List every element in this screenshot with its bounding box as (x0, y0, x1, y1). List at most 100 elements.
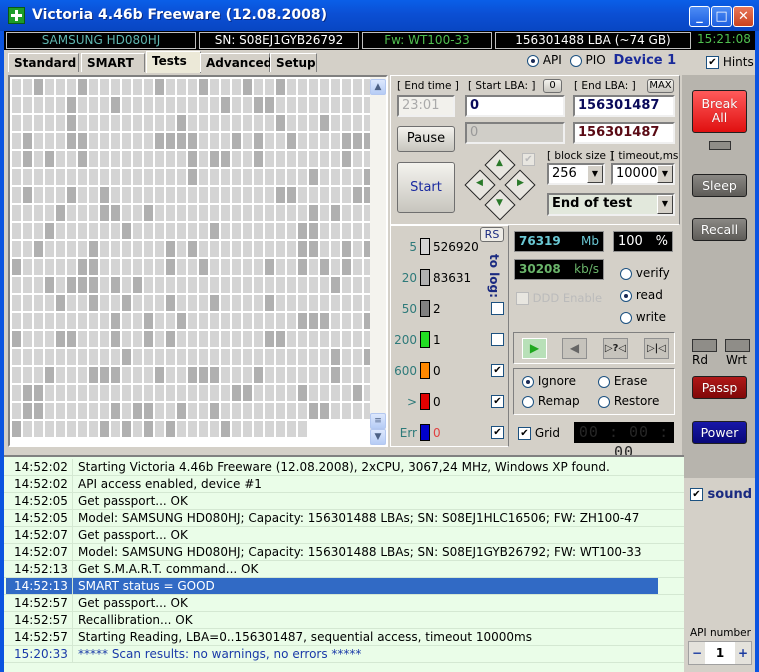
play-backward-button[interactable]: ◀ (562, 338, 587, 359)
remap-radio[interactable] (522, 395, 534, 408)
scan-block (232, 205, 241, 221)
tab-standard[interactable]: Standard (8, 53, 79, 72)
scan-block (199, 187, 208, 203)
scroll-up-button[interactable]: ▲ (370, 79, 386, 95)
tab-advanced[interactable]: Advanced (200, 53, 272, 72)
log-row[interactable]: 14:52:05 Model: SAMSUNG HD080HJ; Capacity… (4, 510, 684, 527)
log-checkbox[interactable]: ✔ (491, 426, 504, 439)
butterfly-button[interactable]: ▷|◁ (644, 338, 669, 359)
scan-block (133, 331, 142, 347)
scan-block (353, 169, 362, 185)
pause-button[interactable]: Pause (397, 126, 455, 152)
scan-block (34, 259, 43, 275)
read-radio[interactable] (620, 289, 632, 302)
log-row[interactable]: 14:52:57 Get passport... OK (4, 595, 684, 612)
log-checkbox[interactable]: ✔ (491, 395, 504, 408)
minimize-button[interactable]: _ (689, 6, 710, 27)
event-log[interactable]: 14:52:02 Starting Victoria 4.46b Freeware… (4, 455, 684, 672)
log-row[interactable]: 14:52:57 Recallibration... OK (4, 612, 684, 629)
log-row[interactable]: 15:20:33 ***** Scan results: no warnings,… (4, 646, 684, 663)
scan-block (100, 79, 109, 95)
repair-restore[interactable]: Restore (598, 394, 659, 408)
title-bar[interactable]: Victoria 4.46b Freeware (12.08.2008) _ □… (0, 0, 759, 31)
mode-read[interactable]: read (620, 284, 670, 306)
nav-enable-checkbox[interactable]: ✔ (522, 153, 535, 166)
log-checkbox[interactable]: ✔ (491, 364, 504, 377)
end-lba-max-button[interactable]: MAX (647, 79, 674, 93)
timeout-select[interactable]: 10000 ▼ (611, 163, 675, 185)
api-number-increment[interactable]: + (735, 642, 751, 664)
ignore-radio[interactable] (522, 375, 534, 388)
tab-smart[interactable]: SMART (81, 53, 145, 72)
block-size-select[interactable]: 256 ▼ (547, 163, 605, 185)
scan-block (155, 367, 164, 383)
scan-block (254, 331, 263, 347)
repair-ignore[interactable]: Ignore (522, 374, 576, 388)
scan-block (34, 313, 43, 329)
log-checkbox[interactable] (491, 333, 504, 346)
legend-threshold: 600 (394, 364, 417, 378)
arrow-right-icon: ▶ (517, 178, 524, 188)
hints-checkbox[interactable]: ✔ (706, 56, 719, 69)
scan-block (12, 403, 21, 419)
scan-block (100, 349, 109, 365)
grid-checkbox[interactable]: ✔ (518, 427, 531, 440)
mode-verify[interactable]: verify (620, 262, 670, 284)
start-lba-zero-button[interactable]: 0 (543, 79, 562, 93)
tab-tests[interactable]: Tests (146, 51, 201, 73)
restore-radio[interactable] (598, 395, 610, 408)
scan-block (78, 349, 87, 365)
pio-radio[interactable] (569, 54, 582, 67)
end-action-select[interactable]: End of test ▼ (547, 193, 675, 216)
scroll-thumb[interactable]: ≡ (370, 413, 386, 429)
erase-radio[interactable] (598, 375, 610, 388)
write-radio[interactable] (620, 311, 632, 324)
scroll-down-button[interactable]: ▼ (370, 429, 386, 445)
log-row[interactable]: 14:52:57 Starting Reading, LBA=0..1563014… (4, 629, 684, 646)
end-time-field[interactable]: 23:01 (397, 95, 455, 117)
scan-block (210, 259, 219, 275)
scan-block (23, 115, 32, 131)
play-forward-button[interactable]: ▶ (522, 338, 547, 359)
scan-block (331, 133, 340, 149)
log-checkbox[interactable] (491, 302, 504, 315)
scan-block (320, 331, 329, 347)
ddd-enable-checkbox[interactable] (516, 292, 529, 305)
start-lba-input[interactable]: 0 (465, 95, 565, 117)
log-row[interactable]: 14:52:02 Starting Victoria 4.46b Freeware… (4, 459, 684, 476)
legend-color-swatch (420, 331, 430, 348)
mode-write[interactable]: write (620, 306, 670, 328)
api-radio[interactable] (527, 54, 539, 67)
api-number-decrement[interactable]: − (689, 642, 705, 664)
sound-checkbox[interactable]: ✔ (690, 488, 703, 501)
log-row[interactable]: 14:52:02 API access enabled, device #1 (4, 476, 684, 493)
end-lba-input[interactable]: 156301487 (573, 95, 675, 117)
seek-random-button[interactable]: ▷?◁ (603, 338, 628, 359)
break-all-button[interactable]: Break All (692, 90, 747, 133)
scan-block (353, 205, 362, 221)
block-map-scrollbar[interactable]: ▲ ≡ ▼ (370, 77, 386, 445)
close-button[interactable]: ✕ (733, 6, 754, 27)
passport-button[interactable]: Passp (692, 376, 747, 399)
api-number-value[interactable]: 1 (705, 642, 735, 664)
scan-block (67, 403, 76, 419)
verify-radio[interactable] (620, 267, 632, 280)
log-row[interactable]: 14:52:05 Get passport... OK (4, 493, 684, 510)
start-button[interactable]: Start (397, 162, 455, 213)
tab-setup[interactable]: Setup (270, 53, 317, 72)
scan-block (353, 277, 362, 293)
power-button[interactable]: Power (692, 421, 747, 444)
log-row[interactable]: 14:52:07 Model: SAMSUNG HD080HJ; Capacity… (4, 544, 684, 561)
log-row[interactable]: 14:52:13 Get S.M.A.R.T. command... OK (4, 561, 684, 578)
scan-block (133, 133, 142, 149)
maximize-button[interactable]: □ (711, 6, 732, 27)
log-time: 14:52:07 (14, 545, 68, 559)
log-row[interactable]: 14:52:07 Get passport... OK (4, 527, 684, 544)
scan-block (56, 97, 65, 113)
recall-button[interactable]: Recall (692, 218, 747, 241)
scan-block (353, 115, 362, 131)
repair-erase[interactable]: Erase (598, 374, 647, 388)
log-row[interactable]: 14:52:13 SMART status = GOOD (4, 578, 684, 595)
repair-remap[interactable]: Remap (522, 394, 580, 408)
sleep-button[interactable]: Sleep (692, 174, 747, 197)
